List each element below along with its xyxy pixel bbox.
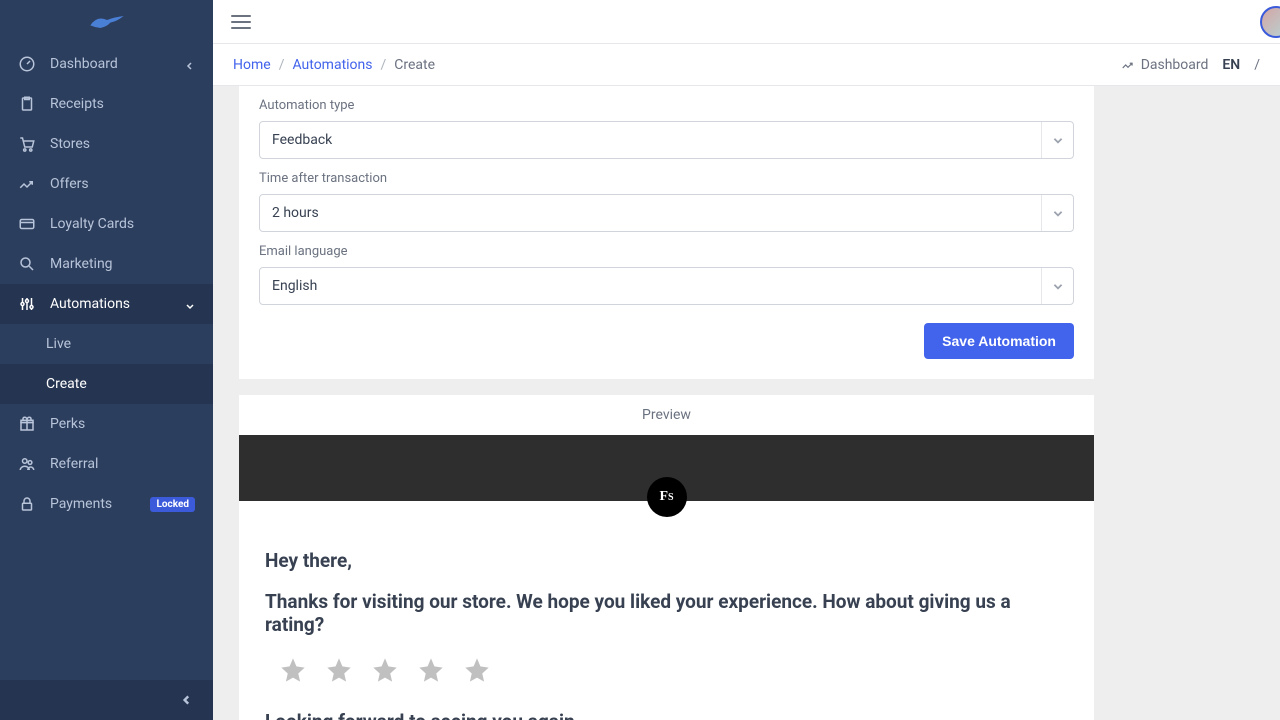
sidebar-label: Offers [50,176,195,192]
breadcrumb-automations[interactable]: Automations [292,57,372,73]
star-icon[interactable] [463,656,491,684]
sliders-icon [18,295,36,313]
main-area: Home / Automations / Create Dashboard EN… [213,0,1280,720]
rating-stars [279,656,1068,684]
form-card: Automation type Feedback Time after tran… [239,86,1094,379]
chevron-down-icon [185,299,195,309]
save-automation-button[interactable]: Save Automation [924,323,1074,359]
breadcrumb-current: Create [394,57,435,73]
breadcrumb: Home / Automations / Create [233,57,435,73]
store-logo: FS [647,477,687,517]
user-avatar[interactable] [1260,6,1280,38]
chevron-down-icon [1041,122,1073,158]
topbar [213,0,1280,44]
sidebar-label: Receipts [50,96,195,112]
sidebar-item-marketing[interactable]: Marketing [0,244,213,284]
preview-header: FS [239,435,1094,501]
preview-greeting: Hey there, [265,549,1068,572]
sidebar-item-receipts[interactable]: Receipts [0,84,213,124]
star-icon[interactable] [279,656,307,684]
app-logo [0,0,213,44]
sidebar-item-perks[interactable]: Perks [0,404,213,444]
gauge-icon [18,55,36,73]
dashboard-link[interactable]: Dashboard [1121,57,1209,73]
card-icon [18,215,36,233]
trend-up-icon [1121,58,1135,72]
sidebar-label: Marketing [50,256,195,272]
hamburger-menu[interactable] [231,15,251,29]
preview-body: Hey there, Thanks for visiting our store… [239,501,1094,720]
sidebar-label: Loyalty Cards [50,216,195,232]
bird-logo-icon [87,10,127,34]
chevron-down-icon [1041,195,1073,231]
sidebar-item-automations[interactable]: Automations [0,284,213,324]
preview-title: Preview [239,395,1094,435]
sidebar-label: Referral [50,456,195,472]
chevron-left-icon [185,59,195,69]
lang-sep: / [1254,57,1260,73]
sidebar-label: Dashboard [50,56,171,72]
preview-closing: Looking forward to seeing you again, [265,710,1068,720]
star-icon[interactable] [325,656,353,684]
chevron-left-icon [181,694,193,706]
sidebar-subitem-create[interactable]: Create [0,364,213,404]
sidebar-item-stores[interactable]: Stores [0,124,213,164]
sidebar-sublabel: Create [46,376,87,392]
select-time-after[interactable]: 2 hours [259,194,1074,232]
locked-badge: Locked [150,497,195,512]
group-icon [18,455,36,473]
trend-icon [18,175,36,193]
sidebar-item-dashboard[interactable]: Dashboard [0,44,213,84]
sidebar-subitem-live[interactable]: Live [0,324,213,364]
select-value: Feedback [272,132,332,148]
sidebar-label: Payments [50,496,136,512]
breadcrumb-sep: / [279,57,285,73]
content: Automation type Feedback Time after tran… [213,86,1280,720]
star-icon[interactable] [417,656,445,684]
sidebar-item-referral[interactable]: Referral [0,444,213,484]
star-icon[interactable] [371,656,399,684]
sidebar-label: Stores [50,136,195,152]
label-automation-type: Automation type [259,98,1074,113]
sidebar-label: Perks [50,416,195,432]
search-icon [18,255,36,273]
form-group-time-after: Time after transaction 2 hours [259,159,1074,232]
language-selector[interactable]: EN [1222,57,1240,73]
preview-card: Preview FS Hey there, Thanks for visitin… [239,395,1094,720]
lock-icon [18,495,36,513]
select-automation-type[interactable]: Feedback [259,121,1074,159]
sidebar-label: Automations [50,296,171,312]
sidebar-item-loyalty[interactable]: Loyalty Cards [0,204,213,244]
sidebar-item-offers[interactable]: Offers [0,164,213,204]
clipboard-icon [18,95,36,113]
form-group-automation-type: Automation type Feedback [259,86,1074,159]
form-group-email-language: Email language English [259,232,1074,305]
gift-icon [18,415,36,433]
dashboard-link-label: Dashboard [1141,57,1209,73]
sidebar: Dashboard Receipts Stores Offers Loyalty… [0,0,213,720]
subbar-right: Dashboard EN / [1121,57,1260,73]
breadcrumb-home[interactable]: Home [233,57,271,73]
preview-body-text: Thanks for visiting our store. We hope y… [265,590,1068,636]
cart-icon [18,135,36,153]
subbar: Home / Automations / Create Dashboard EN… [213,44,1280,86]
select-value: English [272,278,317,294]
breadcrumb-sep: / [381,57,387,73]
sidebar-item-payments[interactable]: Payments Locked [0,484,213,524]
select-email-language[interactable]: English [259,267,1074,305]
sidebar-collapse[interactable] [0,680,213,720]
label-time-after: Time after transaction [259,171,1074,186]
chevron-down-icon [1041,268,1073,304]
button-row: Save Automation [259,323,1074,359]
sidebar-nav: Dashboard Receipts Stores Offers Loyalty… [0,44,213,680]
sidebar-sublabel: Live [46,336,71,352]
select-value: 2 hours [272,205,319,221]
label-email-language: Email language [259,244,1074,259]
